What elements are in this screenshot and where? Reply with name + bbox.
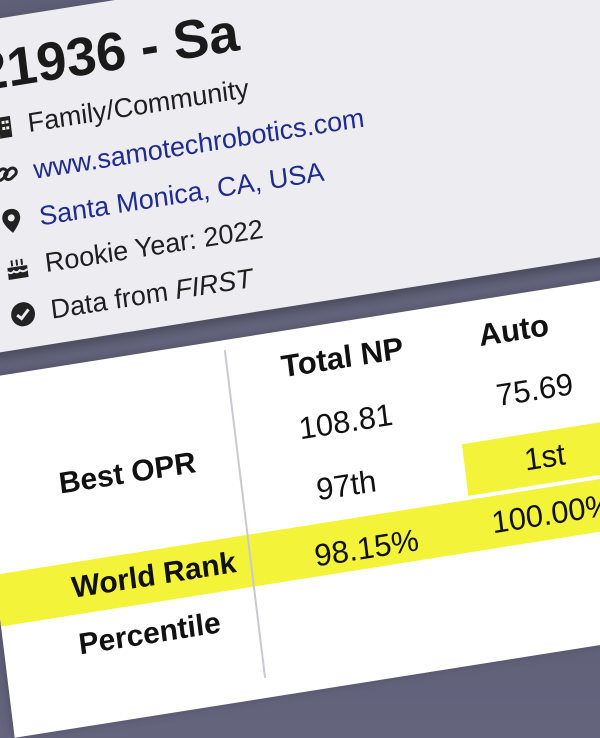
cake-icon [2,251,33,283]
world-rank-total-np: 97th [314,463,379,508]
data-source-name: FIRST [173,262,255,305]
best-opr-auto: 75.69 [494,366,576,414]
world-rank-auto: 1st [522,436,568,478]
row-label-best-opr: Best OPR [57,446,198,501]
best-opr-total-np: 108.81 [296,396,395,447]
page-scene: 21936 - Sa Family/Community www.samotech… [0,0,600,738]
row-label-percentile: Percentile [76,606,223,662]
check-circle-icon [8,298,39,330]
header-total-np: Total NP [279,330,406,385]
table-divider [223,349,267,679]
data-source-prefix: Data from [48,275,170,325]
header-auto: Auto [476,307,551,354]
building-icon [0,111,16,143]
map-pin-icon [0,205,27,237]
link-icon [0,158,21,190]
